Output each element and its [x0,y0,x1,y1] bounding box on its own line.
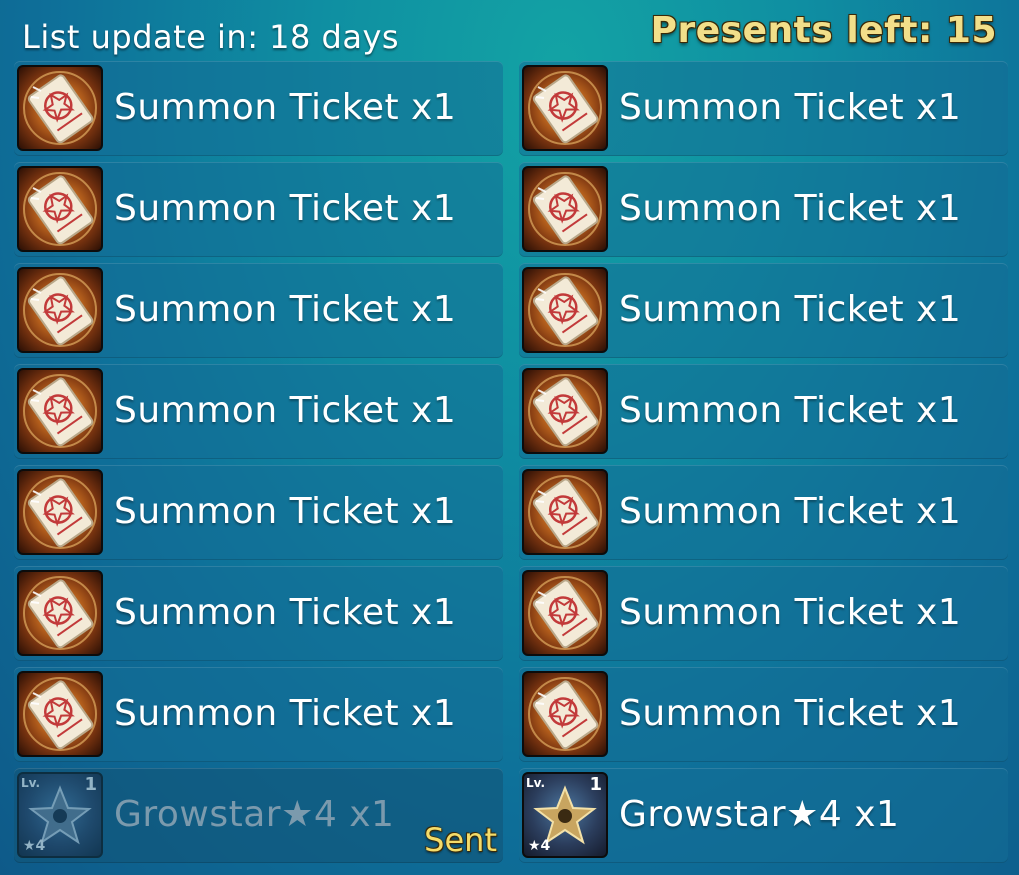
present-item[interactable]: Summon Ticket x1 [14,61,503,156]
presents-left-counter: Presents left: 15 [650,10,997,51]
summon-ticket-icon [522,166,608,252]
present-item[interactable]: Summon Ticket x1 [14,566,503,661]
list-update-countdown: List update in: 18 days [22,18,400,56]
present-item[interactable]: Summon Ticket x1 [14,364,503,459]
item-label: Summon Ticket x1 [619,693,962,734]
present-item[interactable]: Summon Ticket x1 [519,667,1008,762]
present-item[interactable]: Lv. 1 ★4 Growstar★4 x1 [519,768,1008,863]
summon-ticket-icon [522,267,608,353]
summon-ticket-icon [17,570,103,656]
level-label: Lv. [21,776,41,790]
summon-ticket-icon [522,469,608,555]
item-label: Summon Ticket x1 [114,188,457,229]
present-item[interactable]: Summon Ticket x1 [14,667,503,762]
present-list: Summon Ticket x1 Summon Ticket x1 Summon… [14,61,1008,863]
summon-ticket-icon [17,65,103,151]
summon-ticket-icon [17,671,103,757]
item-label: Summon Ticket x1 [619,87,962,128]
rarity-stars: ★4 [528,838,551,854]
present-item[interactable]: Summon Ticket x1 [519,566,1008,661]
summon-ticket-icon [522,65,608,151]
present-item[interactable]: Summon Ticket x1 [14,263,503,358]
present-item[interactable]: Summon Ticket x1 [519,61,1008,156]
summon-ticket-icon [17,166,103,252]
item-label: Summon Ticket x1 [114,87,457,128]
present-item[interactable]: Summon Ticket x1 [519,263,1008,358]
level-value: 1 [589,774,602,795]
item-label: Summon Ticket x1 [114,592,457,633]
present-item[interactable]: Summon Ticket x1 [14,162,503,257]
item-label: Summon Ticket x1 [619,188,962,229]
present-item[interactable]: Summon Ticket x1 [14,465,503,560]
present-item[interactable]: Summon Ticket x1 [519,162,1008,257]
present-item[interactable]: Summon Ticket x1 [519,465,1008,560]
item-label: Summon Ticket x1 [619,592,962,633]
item-label: Summon Ticket x1 [114,289,457,330]
item-label: Summon Ticket x1 [619,390,962,431]
item-label: Summon Ticket x1 [114,491,457,532]
item-label: Growstar★4 x1 [619,794,900,835]
item-label: Summon Ticket x1 [114,693,457,734]
summon-ticket-icon [17,368,103,454]
growstar-icon: Lv. 1 ★4 [522,772,608,858]
level-label: Lv. [526,776,546,790]
summon-ticket-icon [522,368,608,454]
summon-ticket-icon [522,570,608,656]
rarity-stars: ★4 [23,838,46,854]
growstar-icon: Lv. 1 ★4 [17,772,103,858]
level-value: 1 [84,774,97,795]
item-label: Summon Ticket x1 [114,390,457,431]
sent-status-badge: Sent [424,821,497,859]
summon-ticket-icon [17,469,103,555]
item-label: Summon Ticket x1 [619,289,962,330]
summon-ticket-icon [17,267,103,353]
present-item-sent: Lv. 1 ★4 Growstar★4 x1 Sent [14,768,503,863]
item-label: Summon Ticket x1 [619,491,962,532]
present-item[interactable]: Summon Ticket x1 [519,364,1008,459]
item-label: Growstar★4 x1 [114,794,395,835]
summon-ticket-icon [522,671,608,757]
